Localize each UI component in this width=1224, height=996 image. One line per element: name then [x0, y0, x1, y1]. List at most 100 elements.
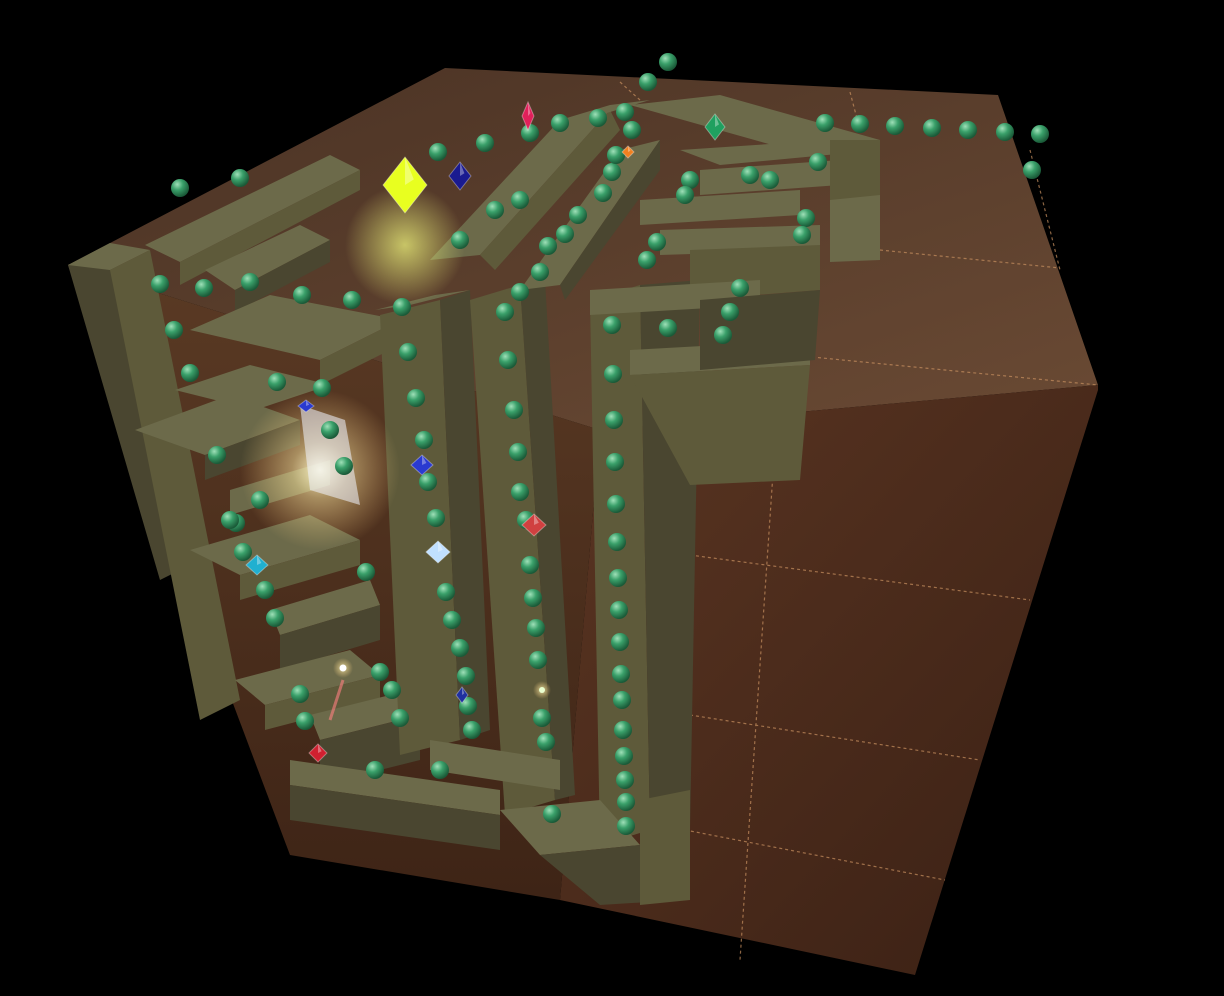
pellet: [221, 511, 239, 529]
pellet: [419, 473, 437, 491]
game-viewport[interactable]: [0, 0, 1224, 996]
pellet: [524, 589, 542, 607]
pellet: [457, 667, 475, 685]
pellet: [393, 298, 411, 316]
pellet: [721, 303, 739, 321]
pellet: [321, 421, 339, 439]
pellet: [291, 685, 309, 703]
pellet: [797, 209, 815, 227]
pellet: [171, 179, 189, 197]
pellet: [714, 326, 732, 344]
pellet: [463, 721, 481, 739]
pellet: [607, 146, 625, 164]
pellet: [659, 53, 677, 71]
pellet: [241, 273, 259, 291]
pellet: [208, 446, 226, 464]
pellet: [603, 316, 621, 334]
pellet: [533, 709, 551, 727]
pellet: [923, 119, 941, 137]
pellet: [529, 651, 547, 669]
pellet: [886, 117, 904, 135]
pellet: [676, 186, 694, 204]
pellet: [366, 761, 384, 779]
pellet: [256, 581, 274, 599]
pellet: [335, 457, 353, 475]
pellet: [399, 343, 417, 361]
pellet: [499, 351, 517, 369]
pellet: [521, 556, 539, 574]
pellet: [569, 206, 587, 224]
pellet: [527, 619, 545, 637]
pellet: [511, 191, 529, 209]
pellet: [614, 721, 632, 739]
pellet: [612, 665, 630, 683]
pellet: [606, 453, 624, 471]
pellet: [648, 233, 666, 251]
pellet: [996, 123, 1014, 141]
pellet: [431, 761, 449, 779]
pellet: [165, 321, 183, 339]
pellet: [610, 601, 628, 619]
pellet: [589, 109, 607, 127]
pellet: [511, 283, 529, 301]
pellet: [613, 691, 631, 709]
pellet: [451, 639, 469, 657]
pellet: [195, 279, 213, 297]
pellet: [604, 365, 622, 383]
pellet: [357, 563, 375, 581]
pellet: [1023, 161, 1041, 179]
pellet: [181, 364, 199, 382]
pellet: [605, 411, 623, 429]
pellet: [437, 583, 455, 601]
pellet: [551, 114, 569, 132]
pellet: [607, 495, 625, 513]
pellet: [603, 163, 621, 181]
pellet: [313, 379, 331, 397]
pellet: [639, 73, 657, 91]
pellet: [623, 121, 641, 139]
pellet: [343, 291, 361, 309]
pellet: [659, 319, 677, 337]
pellet: [615, 747, 633, 765]
pellet: [816, 114, 834, 132]
pellet: [486, 201, 504, 219]
pellet: [608, 533, 626, 551]
pellet: [1031, 125, 1049, 143]
pellet: [234, 543, 252, 561]
pellet: [496, 303, 514, 321]
pellet: [451, 231, 469, 249]
pellet: [741, 166, 759, 184]
pellet: [251, 491, 269, 509]
pellet: [537, 733, 555, 751]
pellet: [539, 237, 557, 255]
pellet: [531, 263, 549, 281]
pellet: [511, 483, 529, 501]
pellet: [851, 115, 869, 133]
pellet: [611, 633, 629, 651]
pellet: [266, 609, 284, 627]
pellet: [505, 401, 523, 419]
pellet: [476, 134, 494, 152]
pellet: [429, 143, 447, 161]
pellet: [427, 509, 445, 527]
pellet: [151, 275, 169, 293]
pellet: [391, 709, 409, 727]
pellet: [521, 124, 539, 142]
pellet: [543, 805, 561, 823]
pellet: [617, 793, 635, 811]
pellet: [638, 251, 656, 269]
pellet: [959, 121, 977, 139]
pellet: [415, 431, 433, 449]
pellet: [793, 226, 811, 244]
pellet: [443, 611, 461, 629]
pellet: [594, 184, 612, 202]
pellet: [293, 286, 311, 304]
pellet: [617, 817, 635, 835]
pellet: [731, 279, 749, 297]
pellet: [296, 712, 314, 730]
pellet: [616, 771, 634, 789]
pellet: [616, 103, 634, 121]
pellet: [609, 569, 627, 587]
pellet: [809, 153, 827, 171]
pellet: [407, 389, 425, 407]
